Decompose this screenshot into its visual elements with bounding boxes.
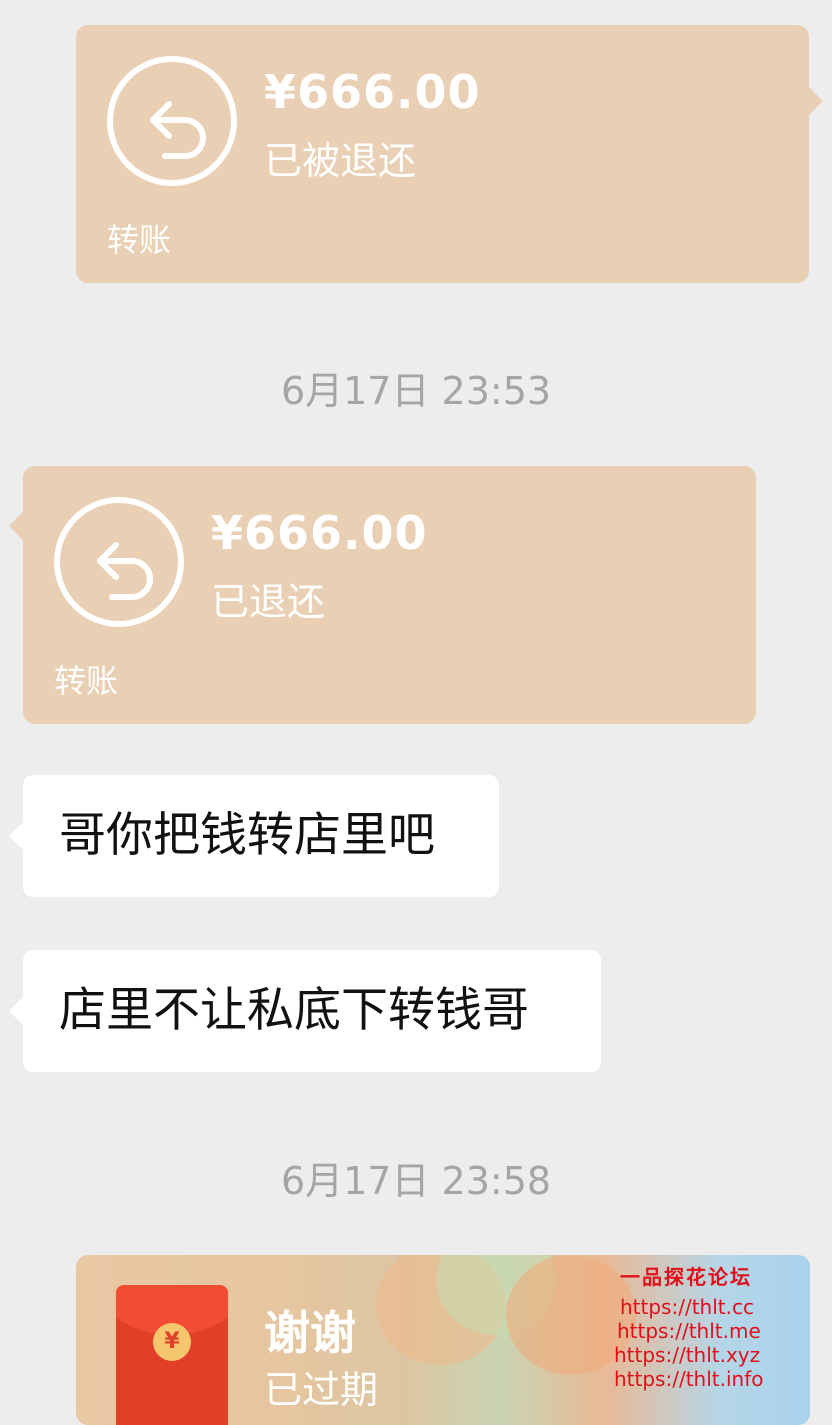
message-timestamp: 6月17日 23:58 [280,1159,552,1203]
coin-icon: ¥ [153,1323,191,1361]
transfer-label: 转账 [107,221,172,259]
chat-message-bubble[interactable]: 店里不让私底下转钱哥 [9,950,601,1072]
transfer-label: 转账 [54,662,119,700]
transfer-amount: ¥666.00 [211,506,428,560]
transfer-status: 已被退还 [264,139,417,183]
transfer-amount: ¥666.00 [264,65,481,119]
chat-message-bubble[interactable]: 哥你把钱转店里吧 [9,775,499,897]
transfer-status: 已退还 [211,580,326,624]
refund-arrow-icon [54,497,184,627]
watermark-link: https://thlt.cc [620,1295,754,1319]
red-envelope-icon: ¥ [116,1285,228,1425]
red-packet-title: 谢谢 [264,1306,356,1360]
watermark-link: https://thlt.xyz [614,1343,761,1367]
watermark-title: 一品探花论坛 [620,1265,752,1289]
watermark-link: https://thlt.me [617,1319,761,1343]
refund-arrow-icon [107,56,237,186]
message-timestamp: 6月17日 23:53 [280,369,552,413]
red-packet-card[interactable]: ¥ 谢谢 已过期 一品探花论坛 https://thlt.cc https://… [76,1255,810,1425]
transfer-card-returned[interactable]: ¥666.00 已退还 转账 [9,466,756,724]
transfer-card-refunded[interactable]: ¥666.00 已被退还 转账 [76,25,823,283]
red-packet-status: 已过期 [264,1368,379,1412]
watermark-link: https://thlt.info [614,1367,764,1391]
